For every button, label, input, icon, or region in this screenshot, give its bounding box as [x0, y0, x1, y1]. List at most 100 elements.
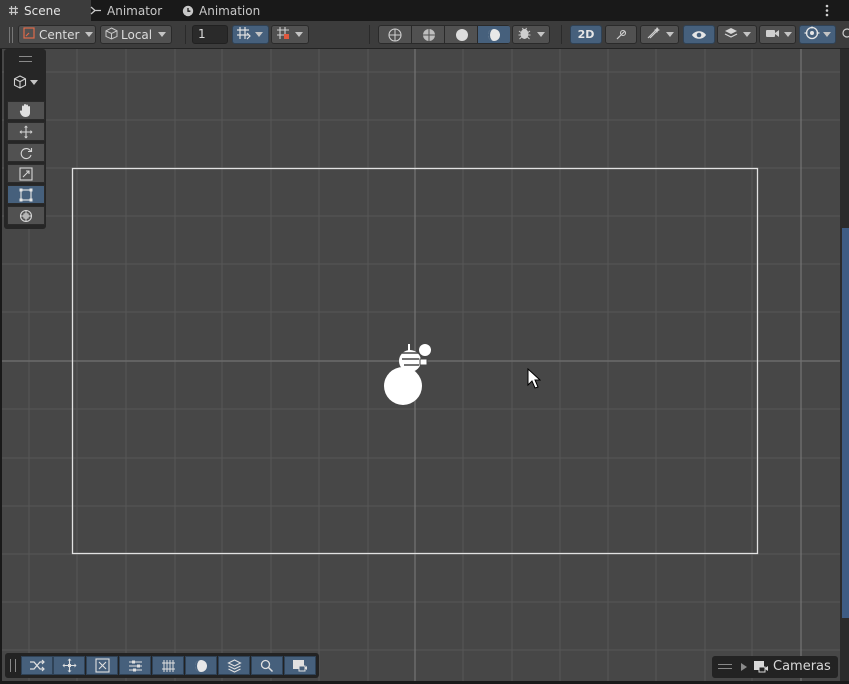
grid-lines-icon — [161, 659, 175, 672]
layers-icon — [724, 27, 738, 43]
animator-icon — [90, 5, 102, 16]
tab-scene[interactable]: Scene — [0, 0, 91, 21]
tab-animation[interactable]: Animation — [174, 0, 268, 21]
search-icon[interactable] — [841, 27, 849, 41]
eye-icon — [692, 30, 706, 39]
mouse-cursor-icon — [527, 368, 541, 389]
pivot-mode-label: Center — [39, 27, 80, 42]
debug-draw-mode-dropdown[interactable] — [512, 25, 550, 44]
search-icon — [260, 659, 274, 672]
chevron-down-icon — [255, 32, 263, 37]
shading-icon — [195, 659, 207, 672]
toolbar-divider — [561, 25, 562, 44]
chevron-down-icon — [784, 32, 792, 37]
cameras-grip[interactable] — [718, 664, 732, 669]
rect-tool[interactable] — [7, 185, 45, 204]
half-moon-sphere-icon — [488, 28, 500, 41]
rotate-tool[interactable] — [7, 143, 45, 162]
scene-view[interactable] — [2, 49, 840, 681]
palette-grip[interactable] — [19, 56, 32, 62]
local-cube-icon — [105, 26, 118, 43]
toolbar-divider — [369, 25, 370, 44]
chevron-down-icon — [85, 32, 94, 37]
chevron-down-icon — [823, 32, 831, 37]
cube-icon — [13, 75, 26, 89]
increment-snap-icon — [276, 26, 291, 43]
more-options-icon[interactable] — [819, 2, 835, 19]
chevron-down-icon — [537, 32, 545, 37]
tool-palette-overlay — [4, 49, 46, 229]
move-gizmo-icon — [62, 658, 76, 673]
overlay-button-camera-preview[interactable] — [284, 656, 316, 675]
pivot-center-icon — [23, 27, 35, 42]
cameras-label: Cameras — [773, 659, 831, 674]
gizmo-globe-icon — [804, 26, 820, 43]
lighting-off-icon — [616, 29, 627, 39]
move-arrows-icon — [19, 125, 33, 138]
overlay-button-shading[interactable] — [185, 656, 217, 675]
gizmos-dropdown[interactable] — [799, 25, 836, 44]
grid-snap-icon — [236, 26, 251, 43]
view-options-dropdown[interactable] — [8, 71, 42, 93]
pivot-rotation-label: Local — [121, 27, 153, 42]
effects-dropdown[interactable] — [640, 25, 679, 44]
scene-scrollbar-thumb[interactable] — [842, 228, 849, 618]
hand-tool[interactable] — [7, 101, 45, 120]
pivot-mode-dropdown[interactable]: Center — [18, 25, 96, 44]
overlay-button-constraint[interactable] — [86, 656, 118, 675]
overlay-grip[interactable] — [10, 659, 16, 672]
shaded-sphere-icon — [455, 28, 468, 41]
bug-icon — [517, 26, 532, 43]
toolbar-grip[interactable] — [9, 27, 13, 43]
layers-dropdown[interactable] — [717, 25, 757, 44]
chevron-down-icon — [29, 79, 38, 85]
clock-icon — [182, 5, 194, 17]
collapse-arrow-icon[interactable] — [740, 662, 748, 672]
mode-2d-toggle[interactable]: 2D — [570, 25, 602, 44]
rotate-icon — [20, 147, 33, 159]
move-tool[interactable] — [7, 122, 45, 141]
transform-tool[interactable] — [7, 206, 45, 225]
overlay-toolbar — [5, 653, 319, 678]
increment-snap-toggle[interactable] — [271, 25, 309, 44]
toolbar-divider — [185, 25, 186, 44]
effects-off-icon — [646, 26, 662, 43]
shading-mode-group — [378, 25, 510, 44]
chevron-down-icon — [158, 32, 167, 37]
settings-sliders-icon — [128, 660, 142, 671]
grid-snap-value-input[interactable]: 1 — [192, 25, 228, 44]
shuffle-icon — [30, 659, 45, 672]
scene-visibility-toggle[interactable] — [683, 25, 715, 44]
chevron-down-icon — [743, 32, 751, 37]
shaded-wireframe-button[interactable] — [411, 26, 445, 43]
overlay-button-grid[interactable] — [152, 656, 184, 675]
overlay-button-layers[interactable] — [218, 656, 250, 675]
hand-icon — [19, 104, 30, 117]
wireframe-shading-button[interactable] — [379, 26, 411, 43]
scene-toolbar: Center Local 1 2D — [0, 21, 849, 49]
chevron-down-icon — [295, 32, 303, 37]
overlay-button-move-gizmo[interactable] — [53, 656, 85, 675]
player-sprite[interactable] — [380, 339, 438, 409]
lighting-toggle[interactable] — [605, 25, 637, 44]
overlay-button-shuffle[interactable] — [21, 656, 53, 675]
cameras-overlay[interactable]: Cameras — [712, 656, 838, 678]
shaded-button[interactable] — [444, 26, 478, 43]
pivot-rotation-dropdown[interactable]: Local — [100, 25, 172, 44]
layers-icon — [226, 658, 242, 673]
overlay-button-settings[interactable] — [119, 656, 151, 675]
tab-label: Animator — [107, 3, 163, 18]
tab-animator[interactable]: Animator — [82, 0, 170, 21]
unlit-shading-button[interactable] — [477, 26, 510, 43]
camera-preview-icon — [293, 659, 307, 671]
grid-snap-toggle[interactable] — [232, 25, 269, 44]
scene-camera-dropdown[interactable] — [759, 25, 796, 44]
wireframe-sphere-icon — [388, 27, 402, 42]
overlay-button-search[interactable] — [251, 656, 283, 675]
chevron-down-icon — [666, 32, 674, 37]
tab-label: Scene — [24, 3, 61, 18]
window-tab-bar: Scene Animator Animation — [0, 0, 849, 21]
scale-tool[interactable] — [7, 164, 45, 183]
shaded-wireframe-icon — [422, 28, 435, 41]
hash-icon — [8, 5, 19, 16]
